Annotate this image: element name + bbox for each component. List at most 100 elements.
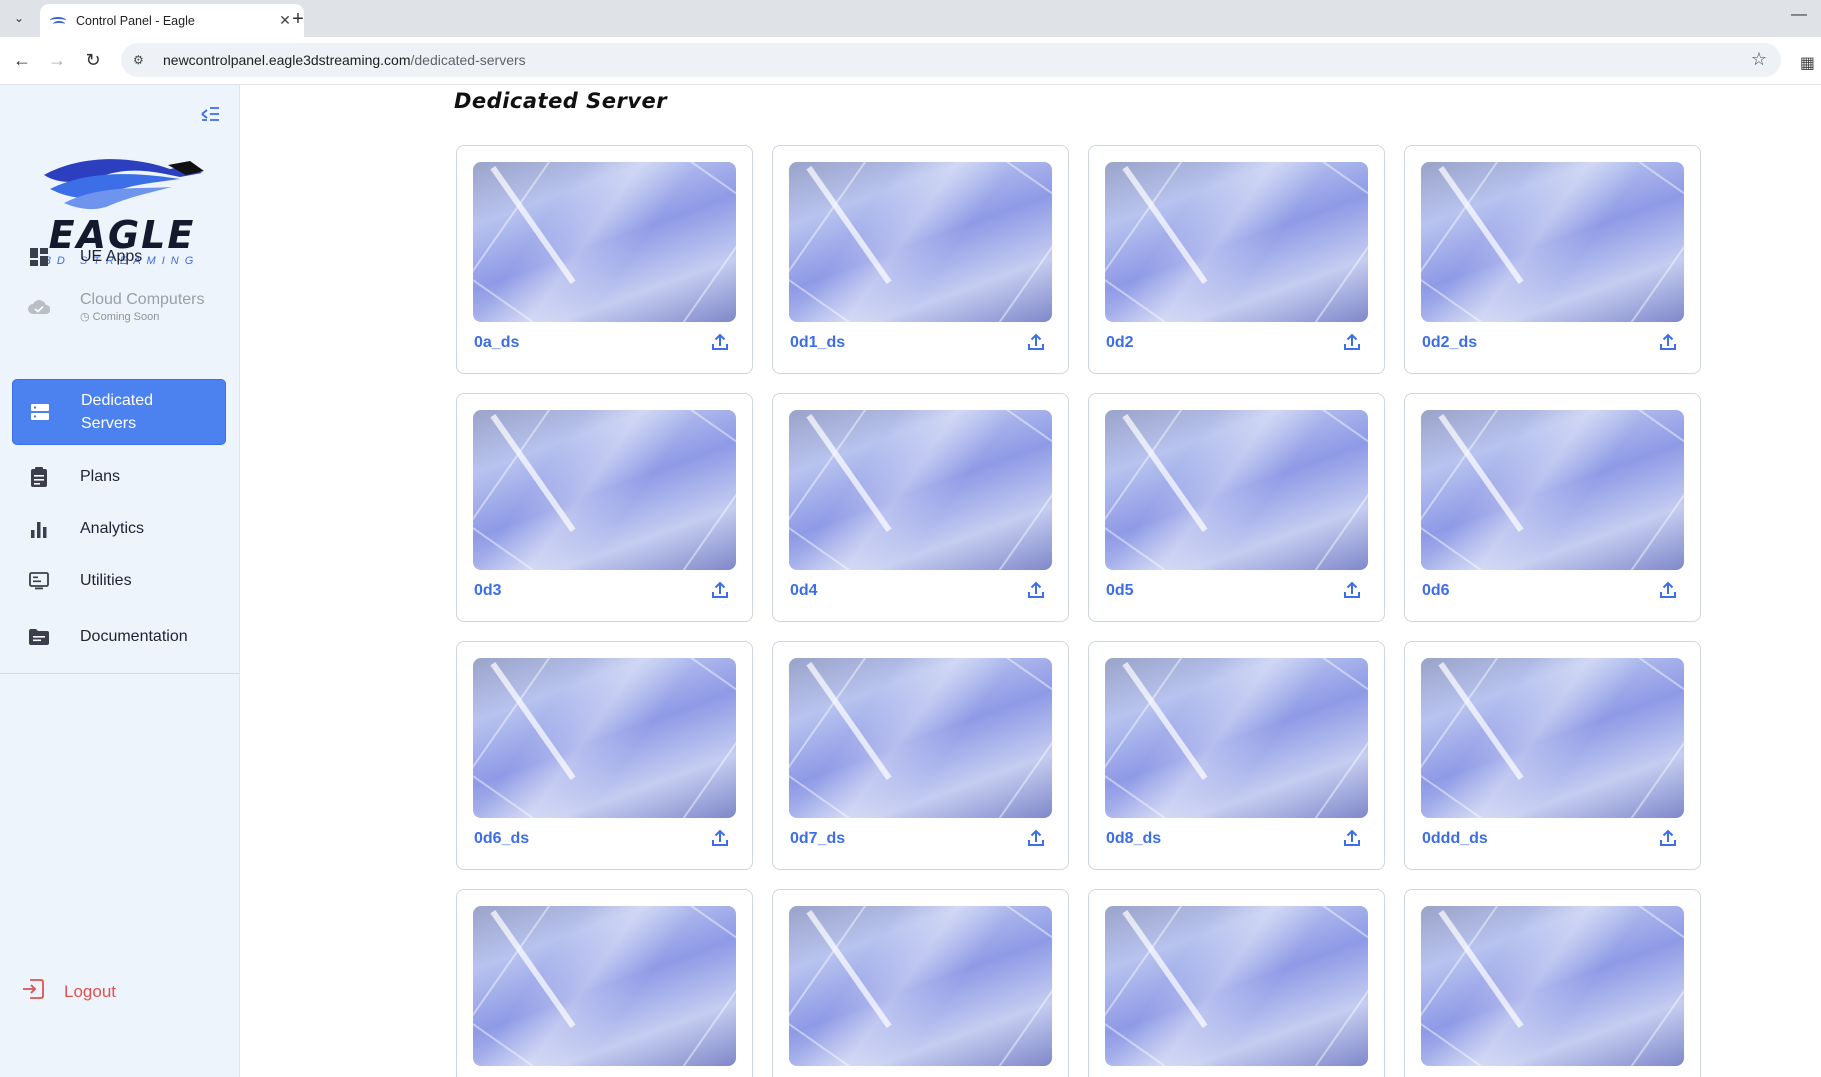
collapse-sidebar-icon[interactable] (198, 105, 222, 125)
bookmark-star-icon[interactable]: ☆ (1751, 49, 1767, 70)
server-card[interactable]: 0ddd_ds (1404, 641, 1701, 870)
server-card[interactable]: 0d2_ds (1404, 145, 1701, 374)
back-arrow-icon[interactable]: ← (9, 47, 35, 73)
site-info-icon[interactable]: ⚙ (133, 53, 151, 67)
forward-arrow-icon[interactable]: → (44, 47, 70, 73)
server-thumbnail[interactable] (1421, 906, 1684, 1066)
server-card[interactable]: 0d8_ds (1088, 641, 1385, 870)
server-card-label[interactable]: 0d2_ds (1422, 334, 1477, 352)
server-card[interactable]: 0d3 (456, 393, 753, 622)
clock-icon: ◷ (80, 311, 90, 323)
upload-icon[interactable] (1028, 333, 1046, 351)
upload-icon[interactable] (1028, 581, 1046, 599)
sidebar-item-cloud-computers[interactable]: Cloud Computers ◷ Coming Soon (12, 283, 226, 331)
upload-icon[interactable] (1028, 829, 1046, 847)
address-bar[interactable]: ⚙ newcontrolpanel.eagle3dstreaming.com/d… (121, 43, 1781, 77)
sidebar-item-label: Analytics (80, 520, 145, 537)
server-card-label[interactable]: 0d5 (1106, 582, 1134, 600)
sidebar-item-plans[interactable]: Plans (12, 455, 226, 499)
server-thumbnail[interactable] (1105, 410, 1368, 570)
server-card-label[interactable]: 0d1_ds (790, 334, 845, 352)
page-title: Dedicated Server (454, 89, 668, 113)
server-thumbnail[interactable] (473, 410, 736, 570)
server-thumbnail[interactable] (473, 906, 736, 1066)
server-card-label[interactable]: 0d6_ds (474, 830, 529, 848)
server-thumbnail[interactable] (1421, 162, 1684, 322)
server-thumbnail[interactable] (789, 410, 1052, 570)
upload-icon[interactable] (1344, 581, 1362, 599)
sidebar-item-label: Documentation (80, 628, 188, 645)
eagle-favicon-icon (50, 15, 66, 27)
tab-title: Control Panel - Eagle (76, 13, 195, 28)
server-thumbnail[interactable] (1105, 906, 1368, 1066)
server-card[interactable]: 0d5 (1088, 393, 1385, 622)
sidebar-item-label: Utilities (80, 572, 132, 589)
server-thumbnail[interactable] (1105, 162, 1368, 322)
sidebar-item-label: Dedicated Servers (81, 391, 154, 432)
upload-icon[interactable] (712, 581, 730, 599)
server-card-label[interactable]: 0d4 (790, 582, 818, 600)
server-card[interactable]: 0d2 (1088, 145, 1385, 374)
server-card[interactable]: 0d1_ds (772, 145, 1069, 374)
browser-toolbar: ← → ↻ ⚙ newcontrolpanel.eagle3dstreaming… (0, 37, 1821, 85)
upload-icon[interactable] (1660, 333, 1678, 351)
server-card[interactable]: 0d6 (1404, 393, 1701, 622)
sidebar-item-utilities[interactable]: Utilities (12, 559, 226, 603)
upload-icon[interactable] (712, 829, 730, 847)
server-card-label[interactable]: 0d2 (1106, 334, 1134, 352)
logout-button[interactable]: Logout (22, 979, 116, 1005)
clipboard-icon (28, 466, 50, 488)
sidebar-item-label: Cloud Computers (80, 290, 205, 308)
sidebar-item-documentation[interactable]: Documentation (12, 615, 226, 659)
upload-icon[interactable] (1660, 581, 1678, 599)
server-thumbnail[interactable] (473, 162, 736, 322)
server-card[interactable]: 0d6_ds (456, 641, 753, 870)
coming-soon-text: Coming Soon (92, 311, 160, 323)
server-thumbnail[interactable] (1421, 658, 1684, 818)
server-thumbnail[interactable] (1421, 410, 1684, 570)
server-thumbnail[interactable] (473, 658, 736, 818)
server-card[interactable]: 0a_ds (456, 145, 753, 374)
sidebar-item-label: Plans (80, 468, 121, 485)
server-card-label[interactable]: 0a_ds (474, 334, 519, 352)
server-card-label[interactable]: 0d7_ds (790, 830, 845, 848)
server-card[interactable] (456, 889, 753, 1077)
server-card[interactable]: 0d4 (772, 393, 1069, 622)
server-thumbnail[interactable] (789, 162, 1052, 322)
server-card[interactable]: 0d7_ds (772, 641, 1069, 870)
main-content: Dedicated Server 0a_ds 0d1_ds 0d2 0d2_ds 0d3… (240, 85, 1821, 1077)
server-card[interactable] (772, 889, 1069, 1077)
server-thumbnail[interactable] (1105, 658, 1368, 818)
sidebar-item-ue-apps[interactable]: UE Apps (12, 235, 226, 279)
cloud-icon (28, 296, 50, 318)
tab-search-dropdown-icon[interactable]: ⌄ (8, 7, 30, 29)
folder-icon (28, 626, 50, 648)
sidebar-item-analytics[interactable]: Analytics (12, 507, 226, 551)
upload-icon[interactable] (1660, 829, 1678, 847)
url-path: /dedicated-servers (410, 52, 526, 68)
server-card-label[interactable]: 0d6 (1422, 582, 1450, 600)
server-card-label[interactable]: 0d3 (474, 582, 502, 600)
coming-soon-badge: ◷ Coming Soon (80, 311, 205, 324)
new-tab-icon[interactable]: + (284, 5, 312, 33)
server-card[interactable] (1404, 889, 1701, 1077)
logout-icon (22, 979, 44, 1005)
sidebar-item-dedicated-servers[interactable]: Dedicated Servers (12, 379, 226, 445)
upload-icon[interactable] (1344, 829, 1362, 847)
utilities-icon (28, 570, 50, 592)
server-thumbnail[interactable] (789, 658, 1052, 818)
server-card-label[interactable]: 0ddd_ds (1422, 830, 1488, 848)
server-card-label[interactable]: 0d8_ds (1106, 830, 1161, 848)
server-card[interactable] (1088, 889, 1385, 1077)
upload-icon[interactable] (712, 333, 730, 351)
reload-icon[interactable]: ↻ (80, 47, 106, 73)
upload-icon[interactable] (1344, 333, 1362, 351)
server-thumbnail[interactable] (789, 906, 1052, 1066)
minimize-window-icon[interactable]: — (1791, 6, 1807, 24)
logout-label: Logout (64, 982, 116, 1001)
extensions-icon[interactable]: ▦ (1800, 53, 1815, 73)
sidebar-divider (0, 673, 239, 674)
sidebar-item-label: UE Apps (80, 248, 143, 265)
browser-tab[interactable]: Control Panel - Eagle ✕ (40, 4, 304, 37)
dashboard-icon (28, 246, 50, 268)
